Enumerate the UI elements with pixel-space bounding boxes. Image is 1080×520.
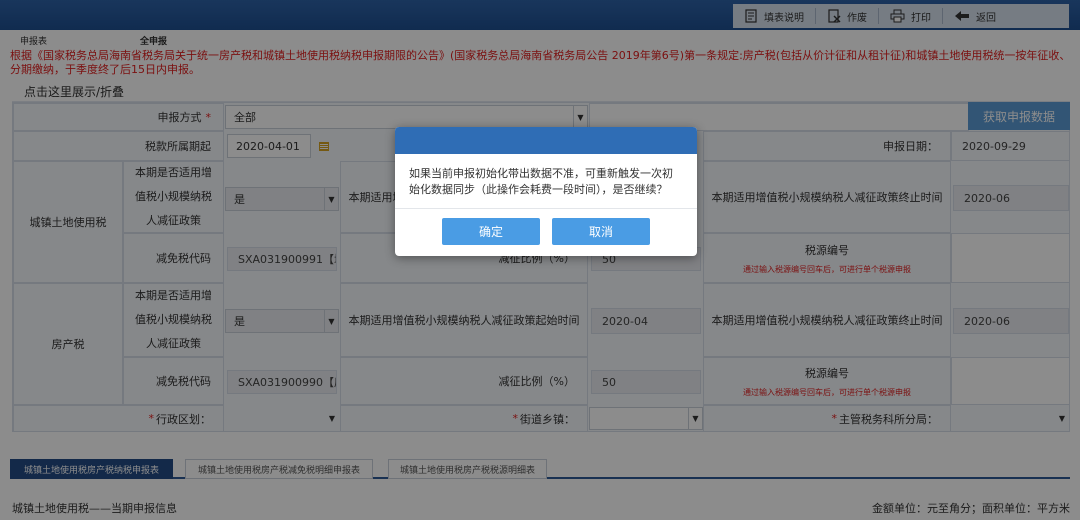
modal-overlay xyxy=(0,0,1080,520)
confirm-dialog: 如果当前申报初始化带出数据不准，可重新触发一次初始化数据同步（此操作会耗费一段时… xyxy=(395,127,697,256)
cancel-button[interactable]: 取消 xyxy=(552,218,650,245)
dialog-buttons: 确定 取消 xyxy=(395,209,697,245)
confirm-button[interactable]: 确定 xyxy=(442,218,540,245)
dialog-message: 如果当前申报初始化带出数据不准，可重新触发一次初始化数据同步（此操作会耗费一段时… xyxy=(409,167,673,196)
dialog-header xyxy=(395,127,697,154)
